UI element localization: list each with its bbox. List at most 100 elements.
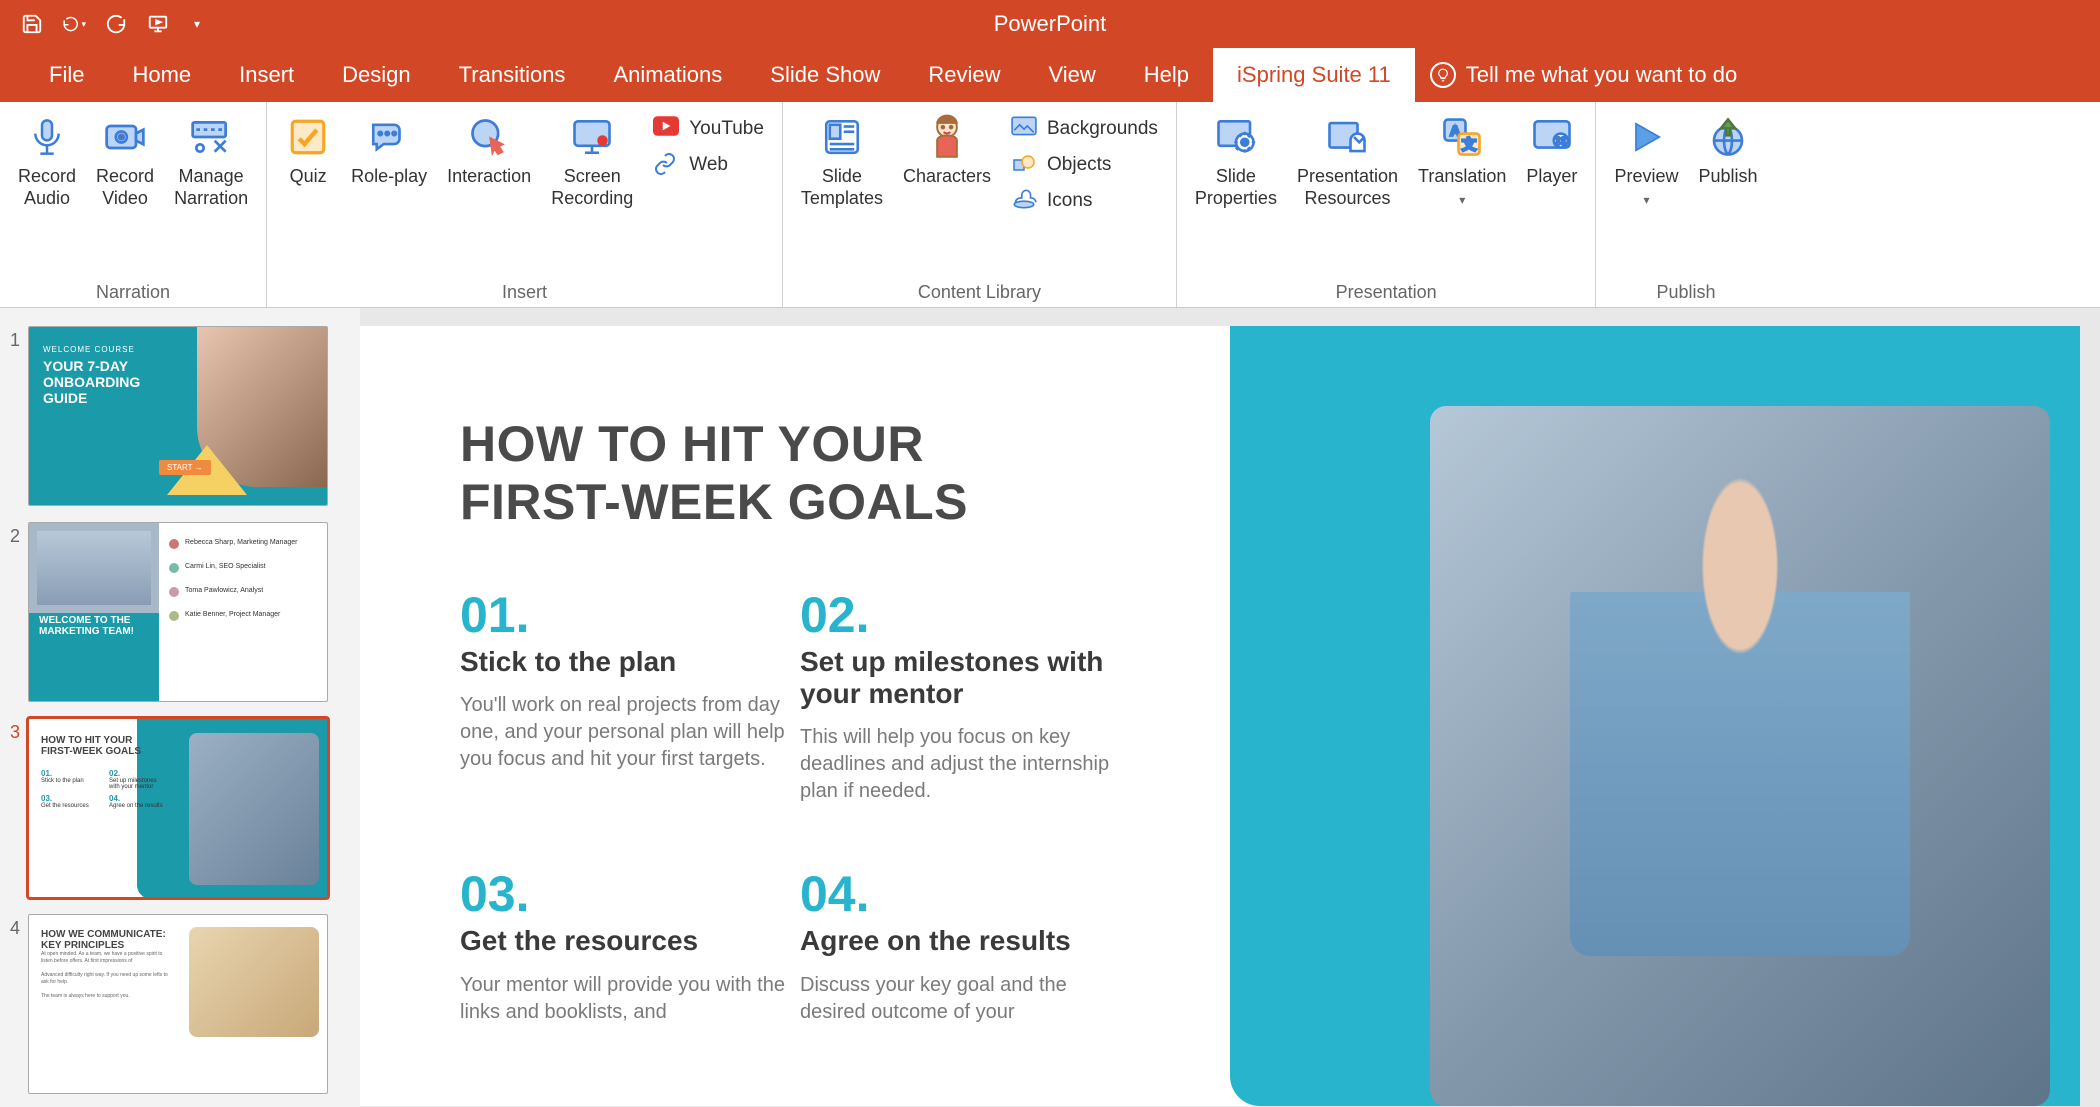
character-icon (924, 114, 970, 160)
youtube-button[interactable]: YouTube (647, 114, 770, 144)
present-icon[interactable] (146, 12, 170, 36)
thumb-number: 4 (2, 914, 28, 939)
ribbon-group-insert: Quiz Role-play Interaction Screen Record… (267, 102, 783, 307)
slide-properties-button[interactable]: Slide Properties (1189, 110, 1283, 213)
role-play-button[interactable]: Role-play (345, 110, 433, 192)
group-label-narration: Narration (12, 278, 254, 303)
slide-thumbnail-2[interactable]: WELCOME TO THEMARKETING TEAM! Rebecca Sh… (28, 522, 328, 702)
slide-thumbnail-4[interactable]: HOW WE COMMUNICATE:KEY PRINCIPLES At ope… (28, 914, 328, 1094)
publish-button[interactable]: Publish (1692, 110, 1763, 192)
goal-item-4[interactable]: 04. Agree on the results Discuss your ke… (800, 865, 1130, 1025)
slide-title[interactable]: HOW TO HIT YOURFIRST-WEEK GOALS (460, 416, 968, 531)
tab-file[interactable]: File (25, 48, 108, 102)
interaction-icon (466, 114, 512, 160)
screen-recording-label: Screen Recording (551, 166, 633, 209)
role-play-label: Role-play (351, 166, 427, 188)
slide-photo (1430, 406, 2050, 1106)
save-icon[interactable] (20, 12, 44, 36)
slide-templates-icon (819, 114, 865, 160)
goal-item-1[interactable]: 01. Stick to the plan You'll work on rea… (460, 586, 790, 805)
quiz-button[interactable]: Quiz (279, 110, 337, 192)
characters-label: Characters (903, 166, 991, 188)
youtube-icon (653, 116, 679, 142)
record-video-button[interactable]: Record Video (90, 110, 160, 213)
tab-transitions[interactable]: Transitions (435, 48, 590, 102)
thumb-number: 1 (2, 326, 28, 351)
ribbon-group-content-library: Slide Templates Characters Backgrounds O… (783, 102, 1177, 307)
tab-review[interactable]: Review (904, 48, 1024, 102)
goal-item-3[interactable]: 03. Get the resources Your mentor will p… (460, 865, 790, 1025)
tab-home[interactable]: Home (108, 48, 215, 102)
icons-icon (1011, 188, 1037, 214)
current-slide[interactable]: HOW TO HIT YOURFIRST-WEEK GOALS 01. Stic… (360, 326, 2080, 1106)
translation-label: Translation▾ (1418, 166, 1506, 209)
tab-slide-show[interactable]: Slide Show (746, 48, 904, 102)
thumbnail-row: 2 WELCOME TO THEMARKETING TEAM! Rebecca … (2, 522, 350, 702)
presentation-resources-button[interactable]: Presentation Resources (1291, 110, 1404, 213)
tell-me-search[interactable]: Tell me what you want to do (1430, 48, 1737, 102)
quiz-icon (285, 114, 331, 160)
slide-templates-button[interactable]: Slide Templates (795, 110, 889, 213)
interaction-button[interactable]: Interaction (441, 110, 537, 192)
thumb-number: 2 (2, 522, 28, 547)
role-play-icon (366, 114, 412, 160)
play-icon (1623, 114, 1669, 160)
slide-templates-label: Slide Templates (801, 166, 883, 209)
icons-label: Icons (1047, 190, 1092, 212)
thumbnail-row: 1 WELCOME COURSEYOUR 7-DAYONBOARDINGGUID… (2, 326, 350, 506)
group-label-content-library: Content Library (795, 278, 1164, 303)
slide-editor-area[interactable]: HOW TO HIT YOURFIRST-WEEK GOALS 01. Stic… (360, 308, 2100, 1107)
thumbnail-row: 4 HOW WE COMMUNICATE:KEY PRINCIPLES At o… (2, 914, 350, 1094)
group-label-publish: Publish (1608, 278, 1763, 303)
slide-thumbnail-panel[interactable]: 1 WELCOME COURSEYOUR 7-DAYONBOARDINGGUID… (0, 308, 360, 1107)
record-audio-label: Record Audio (18, 166, 76, 209)
publish-icon (1705, 114, 1751, 160)
preview-button[interactable]: Preview▾ (1608, 110, 1684, 213)
publish-label: Publish (1698, 166, 1757, 188)
objects-button[interactable]: Objects (1005, 150, 1164, 180)
player-icon (1529, 114, 1575, 160)
tab-design[interactable]: Design (318, 48, 434, 102)
translation-icon: A文 (1439, 114, 1485, 160)
web-label: Web (689, 154, 728, 176)
slide-properties-label: Slide Properties (1195, 166, 1277, 209)
lightbulb-icon (1430, 62, 1456, 88)
slide-thumbnail-1[interactable]: WELCOME COURSEYOUR 7-DAYONBOARDINGGUIDE … (28, 326, 328, 506)
icons-button[interactable]: Icons (1005, 186, 1164, 216)
backgrounds-icon (1011, 116, 1037, 142)
app-title: PowerPoint (994, 11, 1107, 37)
tab-insert[interactable]: Insert (215, 48, 318, 102)
translation-button[interactable]: A文 Translation▾ (1412, 110, 1512, 213)
interaction-label: Interaction (447, 166, 531, 188)
narration-edit-icon (188, 114, 234, 160)
objects-label: Objects (1047, 154, 1111, 176)
manage-narration-label: Manage Narration (174, 166, 248, 209)
tab-ispring[interactable]: iSpring Suite 11 (1213, 48, 1415, 102)
chevron-down-icon: ▾ (1459, 193, 1465, 207)
screen-recording-button[interactable]: Screen Recording (545, 110, 639, 213)
resources-icon (1324, 114, 1370, 160)
goal-item-2[interactable]: 02. Set up milestones with your mentor T… (800, 586, 1130, 805)
screen-recording-icon (569, 114, 615, 160)
ribbon-group-presentation: Slide Properties Presentation Resources … (1177, 102, 1597, 307)
redo-icon[interactable] (104, 12, 128, 36)
tab-view[interactable]: View (1025, 48, 1120, 102)
microphone-icon (24, 114, 70, 160)
player-button[interactable]: Player (1520, 110, 1583, 192)
manage-narration-button[interactable]: Manage Narration (168, 110, 254, 213)
backgrounds-label: Backgrounds (1047, 118, 1158, 140)
qat-more-icon[interactable]: ▾ (194, 17, 200, 31)
group-label-presentation: Presentation (1189, 278, 1584, 303)
undo-icon[interactable]: ▾ (62, 12, 86, 36)
characters-button[interactable]: Characters (897, 110, 997, 192)
web-button[interactable]: Web (647, 150, 770, 180)
record-audio-button[interactable]: Record Audio (12, 110, 82, 213)
tab-help[interactable]: Help (1120, 48, 1213, 102)
objects-icon (1011, 152, 1037, 178)
slide-thumbnail-3[interactable]: HOW TO HIT YOURFIRST-WEEK GOALS 01.Stick… (28, 718, 328, 898)
link-icon (653, 152, 679, 178)
backgrounds-button[interactable]: Backgrounds (1005, 114, 1164, 144)
youtube-label: YouTube (689, 118, 764, 140)
tab-animations[interactable]: Animations (589, 48, 746, 102)
chevron-down-icon: ▾ (1643, 193, 1649, 207)
